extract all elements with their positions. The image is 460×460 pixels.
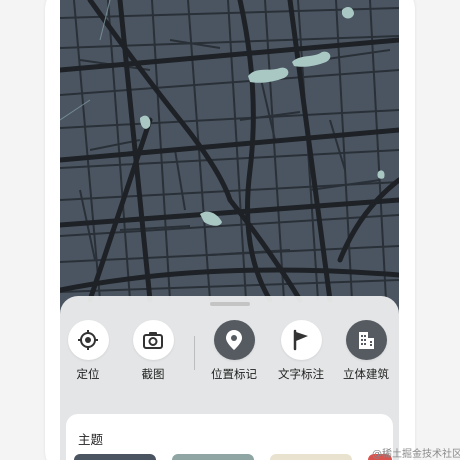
theme-thumb-dark[interactable] (74, 454, 156, 460)
screenshot-label: 截图 (141, 367, 165, 381)
screenshot-tool[interactable]: 截图 (122, 320, 184, 382)
watermark: @稀土掘金技术社区 (372, 449, 460, 460)
location-marker-label: 位置标记 (211, 367, 257, 381)
3d-building-label: 立体建筑 (343, 367, 389, 381)
app-page: 定位 截图 位置标记 文字标注 立体建筑 主题 @稀土掘金技术社区 (0, 0, 460, 460)
locate-icon (78, 330, 98, 350)
map-screen: 定位 截图 位置标记 文字标注 立体建筑 主题 (60, 0, 399, 460)
theme-title: 主题 (78, 432, 104, 447)
map-pin-icon (226, 330, 242, 350)
drag-handle[interactable] (210, 302, 250, 306)
3d-building-tool[interactable]: 立体建筑 (335, 320, 397, 382)
tool-panel: 定位 截图 位置标记 文字标注 立体建筑 主题 (60, 296, 399, 460)
locate-tool[interactable]: 定位 (60, 320, 119, 382)
tool-divider (194, 336, 195, 370)
text-annotation-button[interactable] (280, 320, 322, 360)
text-annotation-label: 文字标注 (278, 367, 324, 381)
locate-label: 定位 (76, 367, 100, 381)
camera-icon (143, 332, 163, 349)
building-icon (359, 332, 374, 349)
locate-button[interactable] (67, 320, 109, 360)
theme-thumb-light[interactable] (270, 454, 352, 460)
location-marker-button[interactable] (213, 320, 255, 360)
theme-thumb-teal[interactable] (172, 454, 254, 460)
screenshot-button[interactable] (132, 320, 174, 360)
3d-building-button[interactable] (345, 320, 387, 360)
location-marker-tool[interactable]: 位置标记 (203, 320, 265, 382)
flag-icon (293, 329, 308, 351)
text-annotation-tool[interactable]: 文字标注 (270, 320, 332, 382)
theme-section: 主题 (66, 414, 393, 460)
